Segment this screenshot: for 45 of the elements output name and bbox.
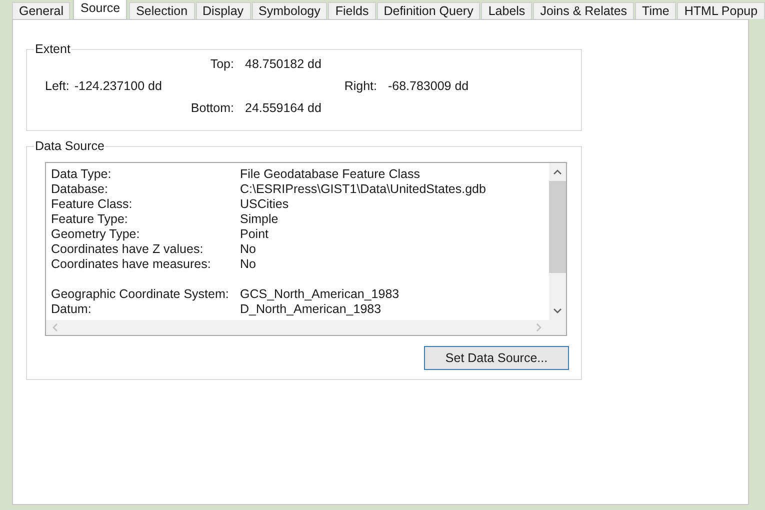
- tab[interactable]: Source: [73, 0, 128, 19]
- property-value: USCities: [240, 197, 289, 212]
- scroll-left-icon[interactable]: [52, 323, 58, 332]
- tab[interactable]: Labels: [481, 2, 532, 19]
- tab[interactable]: General: [12, 2, 70, 19]
- scrollbar-thumb[interactable]: [549, 181, 566, 273]
- property-label: Geographic Coordinate System:: [51, 287, 230, 302]
- tab[interactable]: Symbology: [252, 2, 328, 19]
- tab[interactable]: HTML Popup: [677, 2, 765, 19]
- extent-label: Bottom:: [190, 101, 234, 115]
- scroll-down-icon[interactable]: [553, 308, 562, 314]
- horizontal-scrollbar[interactable]: [46, 320, 566, 335]
- extent-value: -68.783009 dd: [388, 79, 469, 93]
- extent-value: 48.750182 dd: [245, 57, 322, 71]
- property-value: Point: [240, 227, 268, 242]
- scroll-up-icon[interactable]: [553, 169, 562, 175]
- property-value: D_North_American_1983: [240, 302, 382, 317]
- property-value: Simple: [240, 212, 278, 227]
- property-value: No: [240, 242, 256, 257]
- tab[interactable]: Definition Query: [376, 2, 480, 19]
- tab[interactable]: Joins & Relates: [533, 2, 634, 19]
- property-value: File Geodatabase Feature Class: [240, 167, 420, 182]
- property-label: Database:: [51, 182, 109, 197]
- extent-label: Right:: [344, 79, 377, 93]
- scroll-right-icon[interactable]: [536, 323, 542, 332]
- set-data-source-button[interactable]: Set Data Source...: [424, 346, 569, 370]
- property-label: Feature Type:: [51, 212, 129, 227]
- property-label: Coordinates have measures:: [51, 257, 212, 272]
- property-label: Data Type:: [51, 167, 112, 182]
- extent-value: 24.559164 dd: [245, 101, 322, 115]
- tab[interactable]: Display: [196, 2, 251, 19]
- property-label: Geometry Type:: [51, 227, 141, 242]
- property-label: Coordinates have Z values:: [51, 242, 204, 257]
- tab[interactable]: Time: [635, 2, 676, 19]
- property-label: Feature Class:: [51, 197, 134, 212]
- extent-label: Left:: [45, 79, 70, 93]
- tab[interactable]: Fields: [328, 2, 376, 19]
- tab[interactable]: Selection: [129, 2, 195, 19]
- extent-label: Top:: [209, 57, 234, 71]
- property-value: C:\ESRIPress\GIST1\Data\UnitedStates.gdb: [240, 182, 486, 197]
- extent-value: -124.237100 dd: [74, 79, 163, 93]
- property-value: No: [240, 257, 256, 272]
- vertical-scrollbar[interactable]: [549, 163, 566, 320]
- property-label: Datum:: [51, 302, 92, 317]
- property-value: GCS_North_American_1983: [240, 287, 400, 302]
